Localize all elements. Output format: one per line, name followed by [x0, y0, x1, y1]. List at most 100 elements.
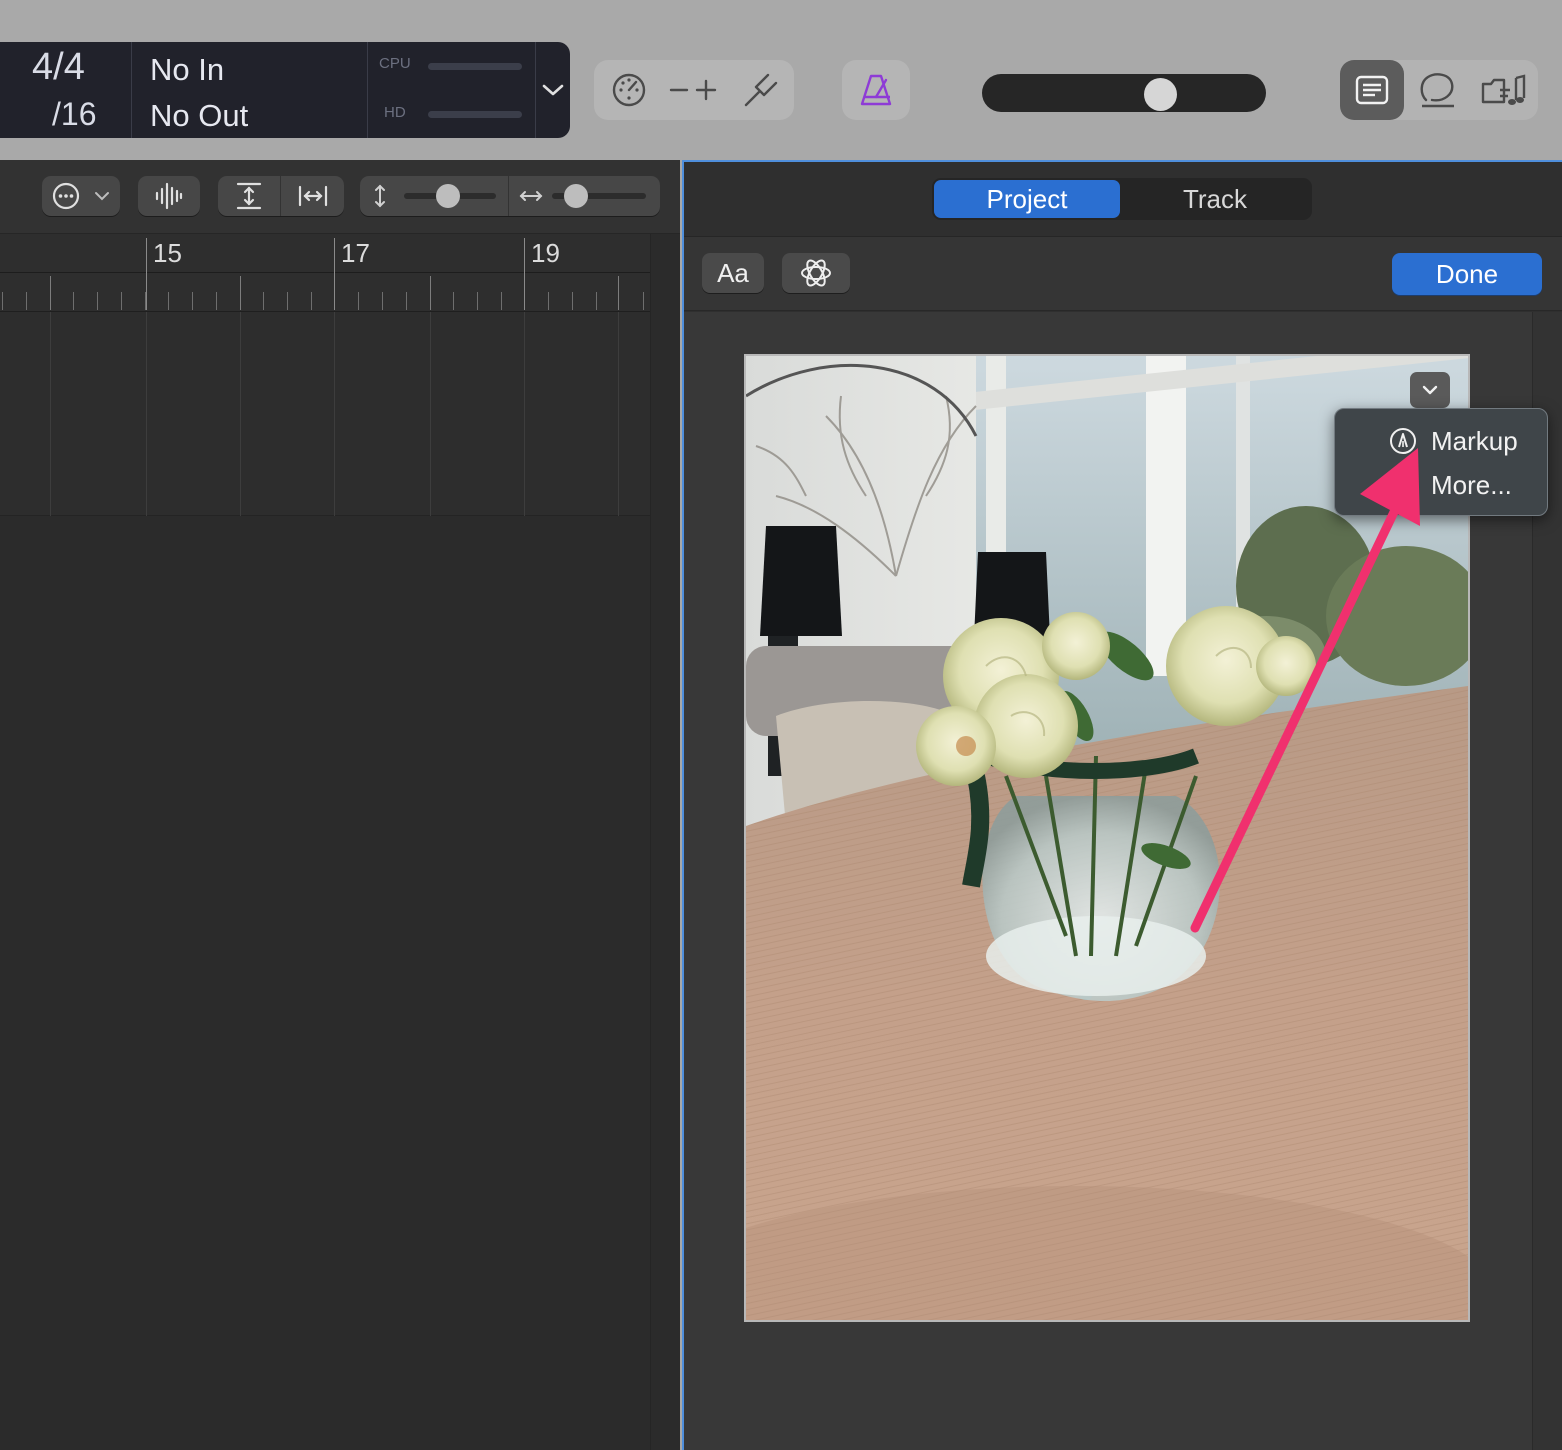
grid-line [146, 312, 147, 516]
tracks-scroll-gutter[interactable] [650, 234, 680, 1450]
ruler-tick [406, 292, 407, 310]
cpu-label: CPU [379, 55, 411, 72]
ruler-tick [263, 292, 264, 310]
timeline-ruler[interactable]: 15 17 19 [0, 234, 650, 312]
bar-label-17: 17 [341, 238, 370, 268]
menu-item-label: More... [1431, 469, 1512, 500]
tab-project[interactable]: Project [934, 180, 1120, 218]
ruler-tick [477, 292, 478, 310]
count-in-button[interactable] [664, 60, 724, 120]
horizontal-zoom-icon [516, 176, 546, 216]
ruler-tick [287, 292, 288, 310]
menu-item-label: Markup [1431, 425, 1518, 456]
waveform-button[interactable] [138, 176, 200, 216]
more-options-icon [52, 182, 80, 210]
notes-tab-control: Project Track [932, 178, 1312, 220]
tools-group [594, 60, 794, 120]
ruler-tick [572, 292, 573, 310]
ruler-bar-line [146, 238, 147, 310]
tuner-icon [612, 73, 646, 107]
grid-line [50, 312, 51, 516]
time-signature-display[interactable]: 4/4 /16 [0, 42, 132, 138]
horizontal-zoom-knob[interactable] [564, 184, 588, 208]
metronome-group [842, 60, 910, 120]
bar-label-15: 15 [153, 238, 182, 268]
browser-button[interactable] [1474, 60, 1534, 120]
division: /16 [52, 96, 97, 132]
lcd-display[interactable]: 4/4 /16 No In No Out CPU HD [0, 42, 570, 138]
photo-options-button[interactable] [1410, 372, 1450, 408]
lcd-menu-button[interactable] [536, 42, 570, 138]
horizontal-fit-icon [298, 185, 327, 207]
bar-label-19: 19 [531, 238, 560, 268]
master-volume-slider[interactable] [982, 74, 1266, 112]
ruler-tick [73, 292, 74, 310]
tab-track[interactable]: Track [1122, 180, 1308, 218]
view-group [1340, 60, 1538, 120]
notes-button[interactable] [1340, 60, 1404, 120]
io-display[interactable]: No In No Out [132, 42, 368, 138]
vertical-zoom-icon [366, 176, 394, 216]
metronome-button[interactable] [842, 60, 910, 120]
ruler-tick [97, 292, 98, 310]
ruler-tick [26, 292, 27, 310]
ruler-tick [311, 292, 312, 310]
input-label: No In [150, 52, 225, 87]
time-signature: 4/4 [32, 46, 85, 88]
performance-meters[interactable]: CPU HD [368, 42, 536, 138]
ruler-tick [548, 292, 549, 310]
ruler-beat-tick [50, 276, 51, 310]
photo-context-menu: Markup More... [1334, 408, 1548, 516]
control-bar: 4/4 /16 No In No Out CPU HD [0, 0, 1562, 160]
grid-line [618, 312, 619, 516]
zoom-group [360, 176, 660, 216]
ruler-tick [192, 292, 193, 310]
output-label: No Out [150, 98, 249, 133]
chevron-down-icon [1422, 385, 1438, 395]
vertical-zoom-knob[interactable] [436, 184, 460, 208]
ruler-beat-tick [618, 276, 619, 310]
ruler-tick [2, 292, 3, 310]
horizontal-fit-button[interactable] [281, 176, 344, 216]
cpu-meter [428, 63, 522, 70]
ruler-tick [216, 292, 217, 310]
browser-icon [1481, 74, 1526, 105]
hd-label: HD [384, 104, 406, 121]
tuner-button[interactable] [604, 60, 654, 120]
chevron-down-icon [95, 192, 109, 201]
tracks-toolbar [0, 160, 680, 234]
menu-item-more[interactable]: More... [1335, 465, 1549, 505]
notes-toolbar: Aa Done [684, 237, 1562, 311]
count-in-icon [669, 79, 717, 101]
tracks-area: 15 17 19 [0, 160, 680, 1450]
divider [508, 176, 509, 216]
hd-meter [428, 111, 522, 118]
more-options-menu[interactable] [42, 176, 120, 216]
vertical-fit-button[interactable] [218, 176, 280, 216]
font-button[interactable]: Aa [702, 253, 764, 293]
menu-item-markup[interactable]: Markup [1335, 421, 1549, 461]
loops-icon [1420, 73, 1454, 108]
ruler-tick [501, 292, 502, 310]
ruler-tick [643, 292, 644, 310]
ruler-bar-line [524, 238, 525, 310]
ruler-bar-line [334, 238, 335, 310]
ruler-tick [121, 292, 122, 310]
notes-icon [1355, 75, 1389, 105]
writing-tools-button[interactable] [782, 253, 850, 293]
metronome-icon [860, 74, 892, 106]
waveform-icon [155, 182, 183, 210]
tuning-fork-button[interactable] [734, 60, 788, 120]
ruler-tick [168, 292, 169, 310]
grid-line [240, 312, 241, 516]
track-lane[interactable] [0, 312, 650, 516]
loops-button[interactable] [1408, 60, 1468, 120]
master-volume-knob[interactable] [1143, 78, 1177, 111]
ruler-beat-tick [430, 276, 431, 310]
grid-line [430, 312, 431, 516]
chevron-down-icon [542, 84, 564, 96]
markup-pen-icon [1389, 427, 1417, 462]
done-button[interactable]: Done [1392, 253, 1542, 295]
apple-intelligence-icon [801, 259, 831, 287]
fit-group [218, 176, 344, 216]
